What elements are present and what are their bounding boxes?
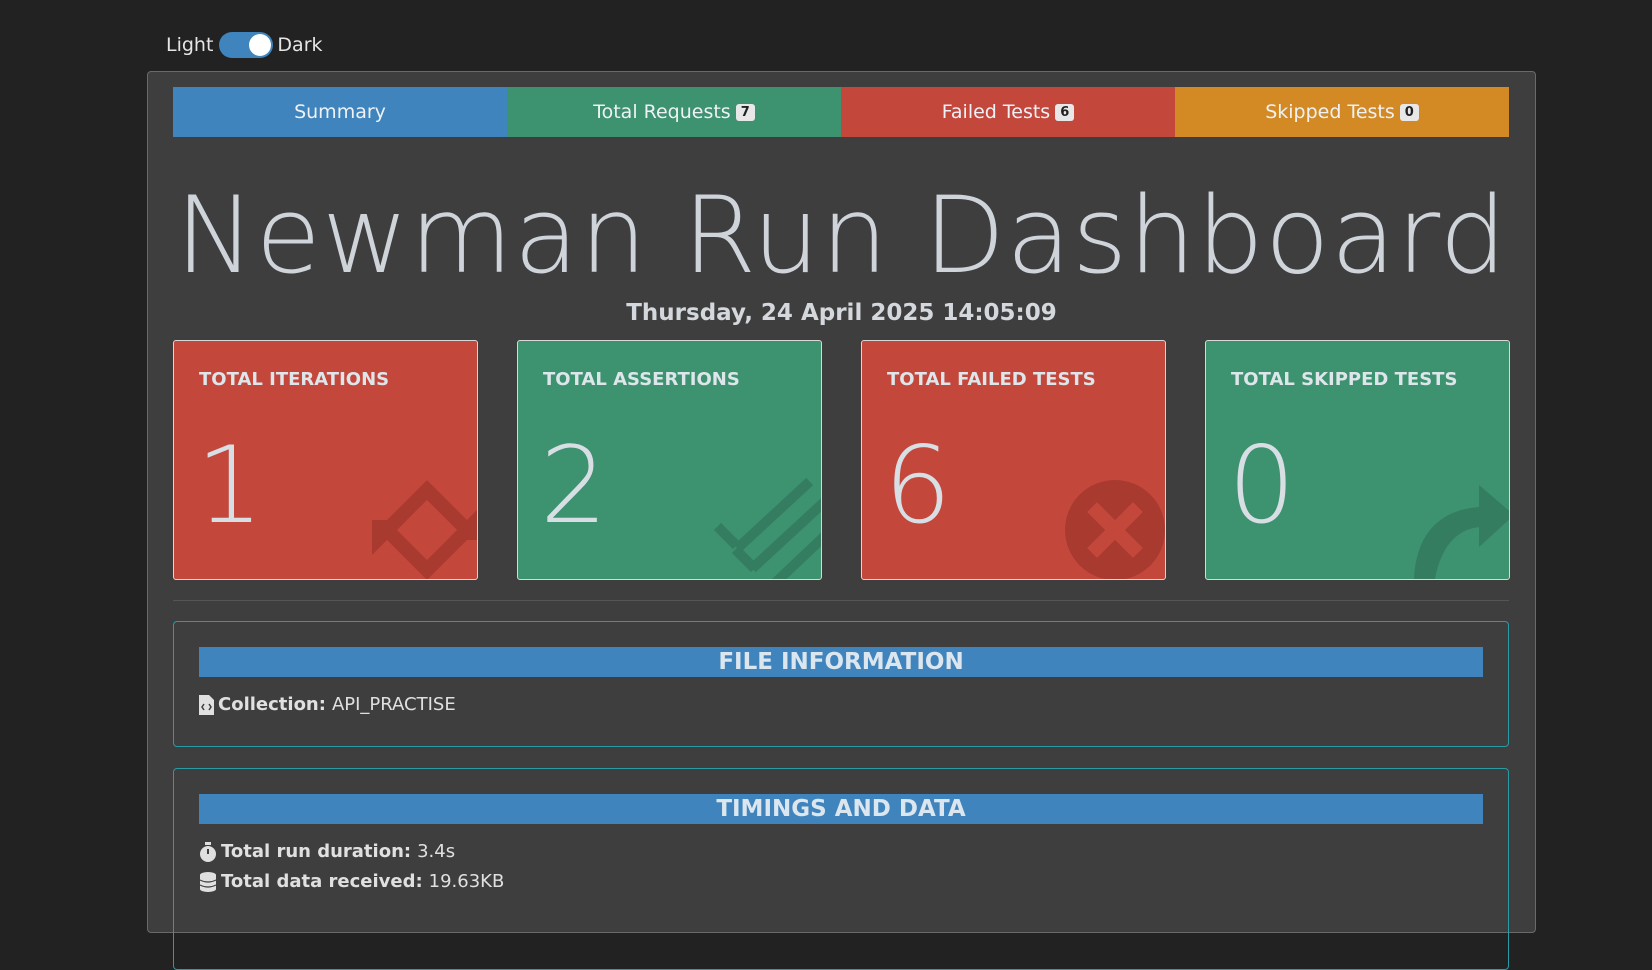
run-date: Thursday, 24 April 2025 14:05:09 — [626, 300, 1057, 326]
light-label: Light — [166, 34, 214, 56]
data-received-row: Total data received: 19.63KB — [199, 871, 504, 892]
summary-cards: TOTAL ITERATIONS 1 TOTAL ASSERTIONS 2 TO… — [173, 340, 1510, 580]
file-information-section: FILE INFORMATION Collection: API_PRACTIS… — [173, 621, 1509, 747]
collection-row: Collection: API_PRACTISE — [199, 694, 456, 715]
collection-label: Collection: — [218, 694, 326, 715]
skipped-tests-badge: 0 — [1399, 103, 1419, 121]
page-title: Newman Run Dashboard — [175, 174, 1508, 297]
switch-knob — [249, 34, 272, 56]
card-value: 1 — [196, 424, 264, 547]
stopwatch-icon — [200, 841, 216, 862]
share-arrow-icon — [1414, 485, 1509, 579]
tab-total-requests[interactable]: Total Requests 7 — [507, 87, 841, 137]
card-value: 0 — [1228, 424, 1296, 547]
card-total-iterations: TOTAL ITERATIONS 1 — [173, 340, 478, 580]
dashboard-panel: Summary Total Requests 7 Failed Tests 6 … — [147, 71, 1536, 970]
file-information-header: FILE INFORMATION — [199, 647, 1483, 677]
list-check-icon — [713, 477, 821, 579]
data-received-label: Total data received: — [221, 871, 423, 892]
data-received-value: 19.63KB — [428, 871, 505, 892]
card-total-failed-tests: TOTAL FAILED TESTS 6 — [861, 340, 1166, 580]
times-circle-icon — [1065, 480, 1165, 579]
tab-summary-label: Summary — [294, 101, 386, 123]
card-total-assertions: TOTAL ASSERTIONS 2 — [517, 340, 822, 580]
failed-tests-badge: 6 — [1055, 103, 1075, 121]
timings-header: TIMINGS AND DATA — [199, 794, 1483, 824]
collection-value: API_PRACTISE — [331, 694, 456, 715]
file-code-icon — [199, 694, 214, 715]
run-duration-label: Total run duration: — [221, 841, 412, 862]
card-value: 2 — [540, 424, 608, 547]
theme-switch[interactable] — [219, 32, 274, 58]
card-label: TOTAL ASSERTIONS — [543, 369, 740, 390]
tab-failed-tests-label: Failed Tests — [941, 101, 1051, 123]
card-label: TOTAL SKIPPED TESTS — [1231, 369, 1458, 390]
timings-and-data-section: TIMINGS AND DATA Total run duration: 3.4… — [173, 768, 1509, 970]
card-label: TOTAL FAILED TESTS — [887, 369, 1096, 390]
nav-tabs: Summary Total Requests 7 Failed Tests 6 … — [173, 87, 1509, 137]
tab-skipped-tests[interactable]: Skipped Tests 0 — [1175, 87, 1509, 137]
tab-failed-tests[interactable]: Failed Tests 6 — [841, 87, 1175, 137]
sync-icon — [372, 480, 477, 579]
database-icon — [199, 871, 217, 892]
theme-toggle[interactable]: Light Dark — [166, 32, 323, 58]
run-duration-value: 3.4s — [417, 841, 456, 862]
card-total-skipped-tests: TOTAL SKIPPED TESTS 0 — [1205, 340, 1510, 580]
run-duration-row: Total run duration: 3.4s — [199, 841, 455, 862]
card-label: TOTAL ITERATIONS — [199, 369, 390, 390]
card-value: 6 — [884, 424, 952, 547]
total-requests-badge: 7 — [735, 103, 755, 121]
tab-total-requests-label: Total Requests — [593, 101, 731, 123]
tab-skipped-tests-label: Skipped Tests — [1265, 101, 1395, 123]
dark-label: Dark — [277, 34, 323, 56]
tab-summary[interactable]: Summary — [173, 87, 507, 137]
section-divider — [173, 600, 1509, 601]
